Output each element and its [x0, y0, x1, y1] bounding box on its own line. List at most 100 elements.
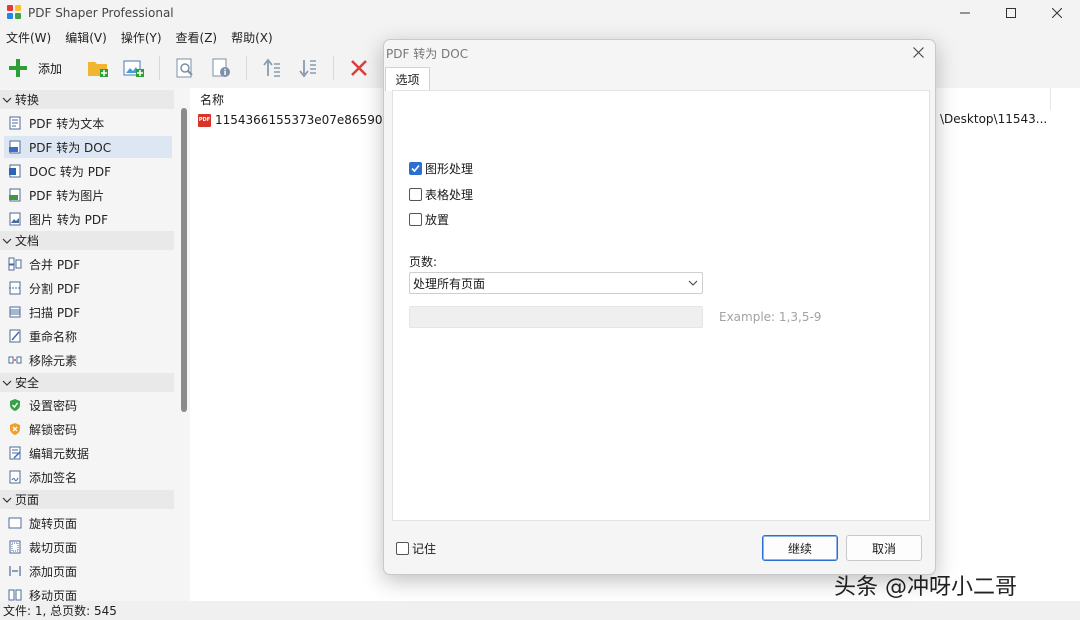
column-header-label: 名称 [200, 92, 225, 107]
shield-green-icon [10, 399, 20, 411]
sidebar-item-label: PDF 转为 DOC [29, 140, 112, 155]
add-page-icon [9, 566, 21, 576]
sidebar-item-split-pdf[interactable]: 分割 PDF [4, 277, 172, 299]
continue-button-label: 继续 [787, 541, 812, 556]
sidebar-item-label: DOC 转为 PDF [29, 164, 112, 179]
sidebar-item-merge-pdf[interactable]: 合并 PDF [4, 253, 172, 275]
move-page-icon [8, 589, 22, 601]
window-title: PDF Shaper Professional [28, 6, 174, 20]
tab-options-label: 选项 [395, 73, 420, 87]
delete-button[interactable] [346, 55, 372, 81]
status-text: 文件: 1, 总页数: 545 [3, 604, 117, 618]
group-header-pages[interactable]: 页面 [0, 490, 174, 509]
menu-help[interactable]: 帮助(X) [231, 29, 273, 46]
group-header-security[interactable]: 安全 [0, 373, 174, 392]
split-icon [9, 281, 21, 295]
sidebar-item-rotate-page[interactable]: 旋转页面 [4, 512, 172, 534]
checkmark-icon [411, 164, 420, 173]
option-tables[interactable]: 表格处理 [409, 186, 473, 203]
sidebar-scrollbar[interactable] [181, 108, 187, 412]
option-graphics[interactable]: 图形处理 [409, 160, 473, 177]
sidebar-item-rename[interactable]: 重命名称 [4, 325, 172, 347]
remember-checkbox[interactable] [396, 542, 409, 555]
close-window-button[interactable] [1034, 0, 1080, 26]
add-button[interactable]: 添加 [8, 58, 62, 78]
option-placement[interactable]: 放置 [409, 211, 449, 228]
doc-pdf-icon [9, 164, 21, 178]
delete-icon [351, 60, 367, 76]
info-button[interactable] [208, 55, 234, 81]
rename-icon [9, 329, 21, 343]
title-bar: PDF Shaper Professional [0, 0, 1080, 26]
sidebar-item-label: 添加页面 [29, 564, 78, 579]
menu-action[interactable]: 操作(Y) [121, 29, 162, 46]
group-header-convert[interactable]: 转换 [0, 90, 174, 109]
file-path: \Desktop\11543... [940, 112, 1048, 126]
sidebar-item-doc-to-pdf[interactable]: DOC 转为 PDF [4, 160, 172, 182]
graphics-label: 图形处理 [425, 162, 474, 176]
sidebar-item-crop-page[interactable]: 裁切页面 [4, 536, 172, 558]
chevron-down-icon [2, 238, 12, 244]
placement-label: 放置 [425, 213, 450, 227]
minimize-button[interactable] [942, 0, 988, 26]
chevron-down-icon [2, 97, 12, 103]
close-icon [912, 46, 924, 58]
pdf-image-icon [9, 188, 21, 202]
remove-elements-icon [8, 356, 22, 364]
page-range-input[interactable] [409, 306, 703, 328]
sidebar-item-label: 图片 转为 PDF [29, 212, 109, 227]
sidebar-item-move-page[interactable]: 移动页面 [4, 584, 172, 601]
plus-icon [9, 59, 27, 77]
move-down-button[interactable] [295, 55, 321, 81]
tables-checkbox[interactable] [409, 188, 422, 201]
add-folder-button[interactable] [85, 55, 111, 81]
chevron-down-icon [688, 280, 698, 286]
maximize-icon [1006, 8, 1016, 18]
signature-icon [9, 470, 21, 484]
dialog-title: PDF 转为 DOC [386, 47, 469, 61]
tab-options[interactable]: 选项 [385, 67, 430, 91]
menu-view[interactable]: 查看(Z) [176, 29, 218, 46]
info-icon [212, 58, 231, 77]
pages-select[interactable]: 处理所有页面 [409, 272, 703, 294]
continue-button[interactable]: 继续 [762, 535, 838, 561]
dialog-close-button[interactable] [910, 44, 926, 60]
sidebar-item-scan-pdf[interactable]: 扫描 PDF [4, 301, 172, 323]
add-image-button[interactable] [121, 55, 147, 81]
pdf-to-doc-dialog: PDF 转为 DOC 选项 图形处理 表格处理 放置 页数: 处理所有页面 Ex… [383, 39, 936, 575]
sidebar-item-pdf-to-text[interactable]: PDF 转为文本 [4, 112, 172, 134]
sidebar-item-pdf-to-doc[interactable]: PDF 转为 DOC [4, 136, 172, 158]
sidebar-item-add-page[interactable]: 添加页面 [4, 560, 172, 582]
sidebar-item-remove-elements[interactable]: 移除元素 [4, 349, 172, 371]
options-panel: 图形处理 表格处理 放置 页数: 处理所有页面 Example: 1,3,5-9 [392, 90, 930, 521]
toolbar-separator [246, 56, 248, 80]
graphics-checkbox[interactable] [409, 162, 422, 175]
preview-button[interactable] [172, 55, 198, 81]
sidebar-item-label: 设置密码 [29, 398, 78, 413]
cancel-button[interactable]: 取消 [846, 535, 922, 561]
sidebar-item-label: 移除元素 [29, 353, 78, 368]
maximize-button[interactable] [988, 0, 1034, 26]
move-up-button[interactable] [259, 55, 285, 81]
group-header-document[interactable]: 文档 [0, 231, 174, 250]
pages-label: 页数: [409, 255, 438, 269]
placement-checkbox[interactable] [409, 213, 422, 226]
sidebar-item-unlock-password[interactable]: 解锁密码 [4, 418, 172, 440]
sidebar-item-edit-metadata[interactable]: 编辑元数据 [4, 442, 172, 464]
menu-file[interactable]: 文件(W) [6, 29, 51, 46]
sidebar-item-label: PDF 转为图片 [29, 188, 105, 203]
sidebar-item-label: 扫描 PDF [29, 305, 81, 320]
add-image-icon [123, 60, 145, 77]
menu-edit[interactable]: 编辑(V) [65, 29, 107, 46]
chevron-down-icon [2, 497, 12, 503]
shield-orange-icon [10, 423, 20, 435]
sidebar-item-image-to-pdf[interactable]: 图片 转为 PDF [4, 208, 172, 230]
pdf-file-icon: PDF [198, 113, 211, 127]
pages-select-value: 处理所有页面 [413, 276, 486, 291]
remember-option[interactable]: 记住 [396, 540, 436, 557]
sidebar-item-pdf-to-image[interactable]: PDF 转为图片 [4, 184, 172, 206]
sidebar-item-label: 裁切页面 [29, 540, 78, 555]
sidebar-item-label: PDF 转为文本 [29, 116, 105, 131]
sidebar-item-set-password[interactable]: 设置密码 [4, 394, 172, 416]
sidebar-item-add-signature[interactable]: 添加签名 [4, 466, 172, 488]
